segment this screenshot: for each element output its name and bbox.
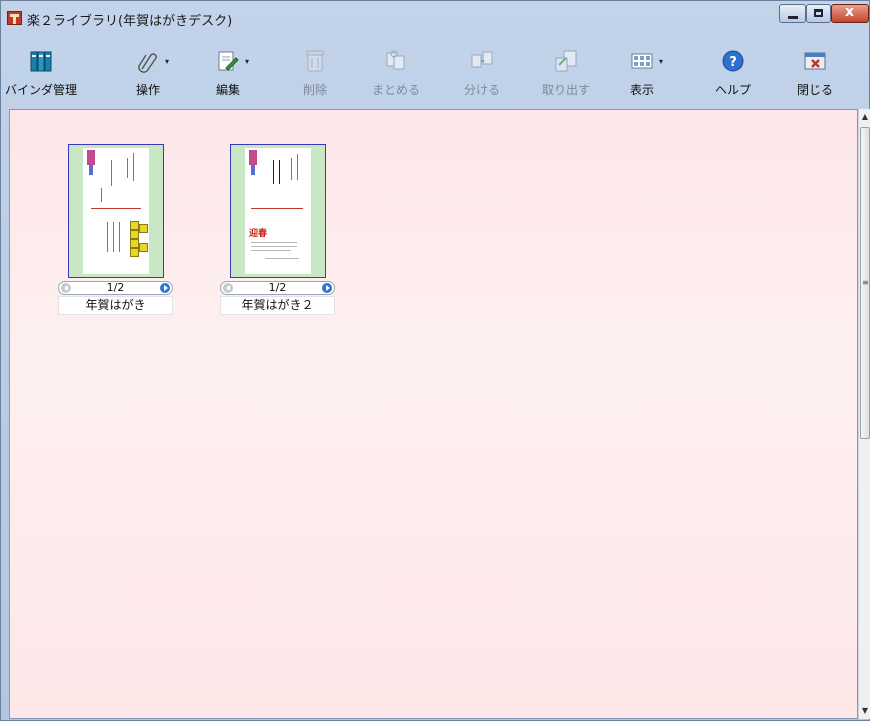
postcard-page: [83, 148, 149, 274]
greeting-box: [130, 239, 139, 248]
dropdown-arrow-icon: ▾: [658, 57, 663, 66]
split-label: 分ける: [463, 83, 500, 97]
document-name[interactable]: 年賀はがき: [58, 296, 173, 315]
message-line: [265, 258, 299, 259]
close-doc-label: 閉じる: [796, 83, 833, 97]
split-icon: [470, 49, 494, 73]
stamp-decoration: [89, 165, 93, 175]
dropdown-arrow-icon: ▾: [164, 57, 169, 66]
window-close-button[interactable]: x: [831, 4, 869, 23]
library-window: 楽２ライブラリ(年賀はがきデスク) x バインダ管理 ▾ 操作 ▾ 編集 削除 …: [0, 0, 870, 721]
message-line: [119, 222, 120, 252]
greeting-box: [139, 243, 148, 252]
document-name[interactable]: 年賀はがき２: [220, 296, 335, 315]
close-doc-button[interactable]: 閉じる: [793, 49, 837, 105]
merge-label: まとめる: [371, 83, 420, 97]
greeting-box: [139, 224, 148, 233]
operate-label: 操作: [135, 83, 160, 97]
postcard-page: 迎春: [245, 148, 311, 274]
close-doc-icon: [803, 49, 827, 73]
address-line: [279, 160, 280, 184]
edit-icon: ▾: [216, 49, 249, 73]
help-button[interactable]: ? ヘルプ: [707, 49, 759, 105]
binder-manage-button[interactable]: バインダ管理: [3, 49, 79, 105]
page-navigator: 1/2: [220, 281, 335, 295]
greeting-box: [130, 248, 139, 257]
address-line: [101, 188, 102, 202]
merge-button[interactable]: まとめる: [363, 49, 429, 105]
minimize-button[interactable]: [779, 4, 806, 23]
document-thumbnail[interactable]: [68, 144, 164, 278]
address-line: [297, 154, 298, 180]
next-page-icon[interactable]: [160, 283, 170, 293]
view-grid-icon: ▾: [630, 49, 663, 73]
close-icon: x: [845, 4, 855, 20]
view-label: 表示: [629, 83, 654, 97]
dropdown-arrow-icon: ▾: [244, 57, 249, 66]
trash-icon: [303, 49, 327, 73]
message-line: [251, 250, 291, 251]
delete-label: 削除: [302, 83, 327, 97]
extract-icon: [554, 49, 578, 73]
page-number: 1/2: [106, 281, 125, 294]
document-thumbnail[interactable]: 迎春: [230, 144, 326, 278]
extract-label: 取り出す: [541, 83, 590, 97]
grip-icon: ≡: [862, 278, 869, 287]
page-number: 1/2: [268, 281, 287, 294]
binder-icon: [29, 49, 53, 73]
operate-button[interactable]: ▾ 操作: [123, 49, 173, 105]
window-title: 楽２ライブラリ(年賀はがきデスク): [27, 14, 233, 29]
stamp-icon: [87, 150, 95, 165]
maximize-icon: [814, 9, 823, 17]
split-button[interactable]: 分ける: [459, 49, 505, 105]
address-line: [273, 160, 274, 184]
scrollbar-thumb[interactable]: ≡: [860, 127, 870, 439]
merge-icon: [384, 49, 408, 73]
edit-label: 編集: [215, 83, 240, 97]
scroll-down-icon[interactable]: ▼: [859, 704, 870, 718]
address-line: [127, 158, 128, 178]
address-line: [133, 153, 134, 181]
postal-line: [251, 208, 303, 209]
toolbar: バインダ管理 ▾ 操作 ▾ 編集 削除 まとめる 分ける 取り出す ▾ 表示 ?…: [1, 41, 869, 107]
clip-icon: ▾: [136, 49, 169, 73]
title-bar[interactable]: 楽２ライブラリ(年賀はがきデスク) x: [1, 1, 869, 41]
address-line: [111, 160, 112, 186]
minimize-icon: [788, 16, 798, 19]
extract-button[interactable]: 取り出す: [537, 49, 595, 105]
greeting-box: [130, 230, 139, 239]
help-label: ヘルプ: [714, 83, 751, 97]
stamp-decoration: [251, 165, 255, 175]
delete-button[interactable]: 削除: [293, 49, 337, 105]
scroll-up-icon[interactable]: ▲: [859, 110, 870, 124]
maximize-button[interactable]: [806, 4, 831, 23]
binder-manage-label: バインダ管理: [4, 83, 77, 97]
next-page-icon[interactable]: [322, 283, 332, 293]
edit-button[interactable]: ▾ 編集: [205, 49, 251, 105]
page-navigator: 1/2: [58, 281, 173, 295]
app-icon[interactable]: [7, 11, 22, 25]
help-icon: ?: [721, 49, 745, 73]
address-line: [291, 158, 292, 180]
vertical-scrollbar[interactable]: ▲ ≡ ▼: [858, 109, 870, 719]
stamp-icon: [249, 150, 257, 165]
postal-line: [91, 208, 141, 209]
message-line: [107, 222, 108, 252]
message-line: [113, 222, 114, 252]
message-line: [251, 242, 297, 243]
svg-text:?: ?: [729, 55, 737, 70]
greeting-box: [130, 221, 139, 230]
greeting-text: 迎春: [249, 229, 268, 239]
view-button[interactable]: ▾ 表示: [623, 49, 663, 105]
message-line: [251, 246, 297, 247]
